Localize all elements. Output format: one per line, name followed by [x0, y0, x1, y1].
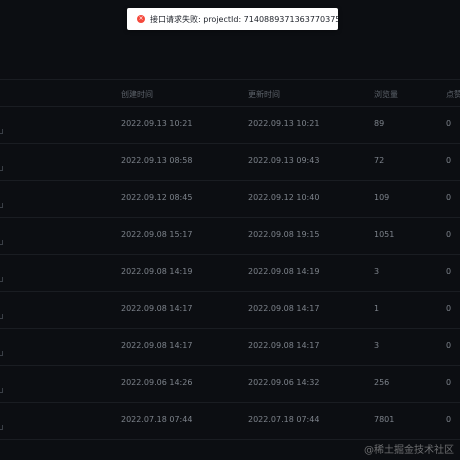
cell-views: 109	[374, 193, 390, 202]
table-row[interactable]: 2022.09.13 08:58 2022.09.13 09:43 72 0	[0, 144, 460, 181]
cell-updated-time: 2022.07.18 07:44	[248, 415, 320, 424]
header-created-time[interactable]: 创建时间	[121, 89, 153, 100]
cell-created-time: 2022.09.13 08:58	[121, 156, 193, 165]
cell-views: 3	[374, 267, 380, 276]
table-row[interactable]: 2022.09.08 15:17 2022.09.08 19:15 1051 0	[0, 218, 460, 255]
table-row[interactable]: 2022.09.06 14:26 2022.09.06 14:32 256 0	[0, 366, 460, 403]
cell-updated-time: 2022.09.12 10:40	[248, 193, 320, 202]
cell-updated-time: 2022.09.08 14:19	[248, 267, 320, 276]
cell-likes: 0	[446, 267, 452, 276]
error-circle-icon: ×	[137, 15, 145, 23]
cell-created-time: 2022.09.08 14:17	[121, 341, 193, 350]
header-views[interactable]: 浏览量	[374, 89, 398, 100]
table-row[interactable]: 2022.09.12 08:45 2022.09.12 10:40 109 0	[0, 181, 460, 218]
table-row[interactable]: 2022.09.08 14:17 2022.09.08 14:17 3 0	[0, 329, 460, 366]
table-header-row: 创建时间 更新时间 浏览量 点赞	[0, 80, 460, 107]
table-row[interactable]: 2022.09.13 10:21 2022.09.13 10:21 89 0	[0, 107, 460, 144]
error-toast: × 接口请求失败: projectId: 7140889371363770375…	[127, 8, 338, 30]
toast-message: 接口请求失败: projectId: 7140889371363770375不存…	[150, 14, 338, 24]
cell-likes: 0	[446, 119, 452, 128]
row-chevron-icon[interactable]	[0, 129, 3, 134]
cell-created-time: 2022.09.12 08:45	[121, 193, 193, 202]
cell-created-time: 2022.09.13 10:21	[121, 119, 193, 128]
cell-views: 72	[374, 156, 385, 165]
cell-created-time: 2022.09.08 15:17	[121, 230, 193, 239]
cell-likes: 0	[446, 156, 452, 165]
cell-created-time: 2022.09.08 14:17	[121, 304, 193, 313]
cell-likes: 0	[446, 378, 452, 387]
table-row[interactable]: 2022.09.08 14:17 2022.09.08 14:17 1 0	[0, 292, 460, 329]
row-chevron-icon[interactable]	[0, 166, 3, 171]
row-chevron-icon[interactable]	[0, 388, 3, 393]
cell-updated-time: 2022.09.06 14:32	[248, 378, 320, 387]
row-chevron-icon[interactable]	[0, 277, 3, 282]
cell-likes: 0	[446, 415, 452, 424]
cell-updated-time: 2022.09.08 14:17	[248, 341, 320, 350]
cell-views: 89	[374, 119, 385, 128]
header-updated-time[interactable]: 更新时间	[248, 89, 280, 100]
cell-likes: 0	[446, 304, 452, 313]
header-likes[interactable]: 点赞	[446, 89, 460, 100]
cell-likes: 0	[446, 230, 452, 239]
page: 创建时间 更新时间 浏览量 点赞 2022.09.13 10:21 2022.0…	[0, 0, 460, 460]
cell-created-time: 2022.07.18 07:44	[121, 415, 193, 424]
row-chevron-icon[interactable]	[0, 351, 3, 356]
project-table: 创建时间 更新时间 浏览量 点赞 2022.09.13 10:21 2022.0…	[0, 80, 460, 440]
table-row[interactable]: 2022.07.18 07:44 2022.07.18 07:44 7801 0	[0, 403, 460, 440]
cell-likes: 0	[446, 341, 452, 350]
cell-created-time: 2022.09.06 14:26	[121, 378, 193, 387]
row-chevron-icon[interactable]	[0, 314, 3, 319]
cell-updated-time: 2022.09.08 19:15	[248, 230, 320, 239]
cell-updated-time: 2022.09.13 09:43	[248, 156, 320, 165]
cell-views: 3	[374, 341, 380, 350]
table-row[interactable]: 2022.09.08 14:19 2022.09.08 14:19 3 0	[0, 255, 460, 292]
cell-views: 256	[374, 378, 390, 387]
row-chevron-icon[interactable]	[0, 425, 3, 430]
row-chevron-icon[interactable]	[0, 203, 3, 208]
cell-created-time: 2022.09.08 14:19	[121, 267, 193, 276]
cell-views: 7801	[374, 415, 395, 424]
cell-views: 1051	[374, 230, 395, 239]
row-chevron-icon[interactable]	[0, 240, 3, 245]
cell-likes: 0	[446, 193, 452, 202]
cell-updated-time: 2022.09.08 14:17	[248, 304, 320, 313]
watermark: @稀土掘金技术社区	[364, 445, 454, 456]
cell-updated-time: 2022.09.13 10:21	[248, 119, 320, 128]
cell-views: 1	[374, 304, 380, 313]
